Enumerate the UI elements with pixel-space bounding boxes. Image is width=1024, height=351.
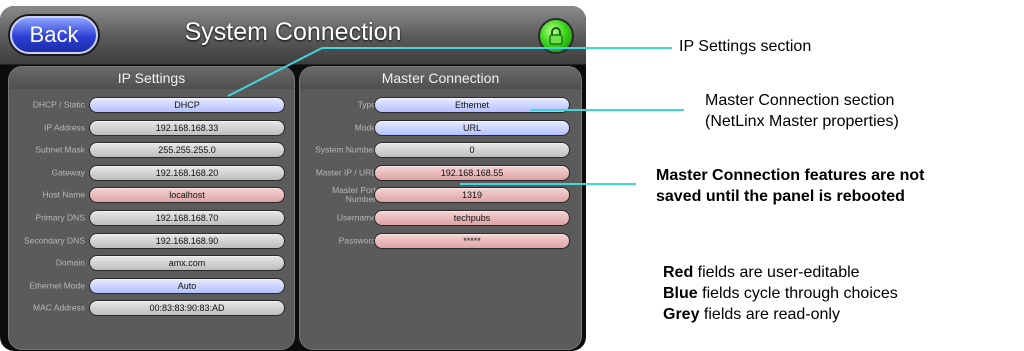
master-field-master-ip-url[interactable]: 192.168.168.55	[374, 164, 570, 181]
ip-field-dhcp-static[interactable]: DHCP	[89, 97, 285, 113]
master-row: Master Port Number 1319	[300, 185, 581, 205]
ip-row-label: Ethernet Mode	[29, 280, 85, 291]
master-field-username[interactable]: techpubs	[374, 210, 570, 226]
legend-grey-text: fields are read-only	[699, 306, 840, 323]
ip-row: Ethernet Mode Auto	[9, 276, 294, 296]
ip-row: Gateway 192.168.168.20	[9, 163, 294, 183]
ip-field-host-name[interactable]: localhost	[89, 187, 285, 204]
legend-grey-word: Grey	[663, 306, 700, 323]
master-field-system-number[interactable]: 0	[374, 142, 570, 159]
master-row-label: Master IP / URL	[315, 167, 376, 178]
ip-field-secondary-dns[interactable]: 192.168.168.90	[89, 232, 285, 249]
ip-row-label: Subnet Mask	[35, 144, 85, 155]
reboot-note-line2: saved until the panel is rebooted	[656, 188, 905, 205]
master-row: Username techpubs	[300, 208, 581, 228]
ip-row-label: Primary DNS	[35, 212, 85, 223]
color-legend: Red fields are user-editable Blue fields…	[663, 262, 898, 325]
legend-red-word: Red	[663, 264, 694, 281]
reboot-note-line1: Master Connection features are not	[656, 167, 925, 184]
legend-blue: Blue fields cycle through choices	[663, 283, 898, 304]
legend-red: Red fields are user-editable	[663, 262, 898, 283]
legend-grey: Grey fields are read-only	[663, 304, 898, 325]
ip-field-domain[interactable]: amx.com	[89, 255, 285, 272]
master-connection-section: Master Connection Type Ethernet Mode URL Sys…	[299, 66, 582, 350]
ip-row: Secondary DNS 192.168.168.90	[9, 231, 294, 251]
master-field-mode[interactable]: URL	[374, 119, 570, 136]
ip-field-ip-address[interactable]: 192.168.168.33	[89, 119, 285, 136]
ip-row-label: Domain	[55, 257, 85, 268]
master-row: Master IP / URL 192.168.168.55	[300, 163, 581, 183]
lock-button[interactable]	[538, 18, 574, 54]
master-row: Type Ethernet	[300, 95, 581, 115]
master-field-password[interactable]: *****	[374, 232, 570, 249]
ip-row-label: Gateway	[51, 167, 85, 178]
master-row-label: Username	[336, 212, 376, 223]
ip-settings-body: DHCP / Static DHCP IP Address 192.168.168.3…	[9, 89, 294, 349]
ip-row-label: DHCP / Static	[32, 99, 85, 110]
ip-row-label: MAC Address	[33, 302, 85, 313]
legend-blue-text: fields cycle through choices	[697, 285, 898, 302]
ip-row: Domain amx.com	[9, 253, 294, 273]
master-row-label: Master Port Number	[332, 185, 376, 205]
ip-row-label: Secondary DNS	[24, 235, 85, 246]
ip-row: Host Name localhost	[9, 185, 294, 205]
master-row: Password *****	[300, 231, 581, 251]
ip-row: MAC Address 00:83:83:90:83:AD	[9, 298, 294, 318]
master-row-label: Mode	[354, 122, 376, 133]
system-connection-panel: System Connection Back IP Settings DHCP …	[0, 6, 586, 351]
ip-row: Subnet Mask 255.255.255.0	[9, 140, 294, 160]
master-row: Mode URL	[300, 118, 581, 138]
master-section-note-line1: Master Connection section	[705, 92, 895, 109]
lock-icon	[549, 27, 563, 45]
master-connection-body: Type Ethernet Mode URL System Number 0 Master …	[300, 89, 581, 349]
ip-settings-heading: IP Settings	[9, 67, 294, 89]
ip-section-note: IP Settings section	[679, 38, 812, 55]
ip-field-primary-dns[interactable]: 192.168.168.70	[89, 210, 285, 226]
master-row-label: Password	[338, 235, 376, 246]
legend-red-text: fields are user-editable	[693, 264, 860, 281]
ip-field-subnet-mask[interactable]: 255.255.255.0	[89, 142, 285, 159]
ip-field-mac-address[interactable]: 00:83:83:90:83:AD	[89, 300, 285, 317]
master-row-label: System Number	[315, 144, 376, 155]
ip-row: IP Address 192.168.168.33	[9, 118, 294, 138]
master-connection-heading: Master Connection	[300, 67, 581, 89]
ip-row: Primary DNS 192.168.168.70	[9, 208, 294, 228]
ip-row: DHCP / Static DHCP	[9, 95, 294, 115]
ip-field-gateway[interactable]: 192.168.168.20	[89, 164, 285, 181]
back-button[interactable]: Back	[10, 16, 98, 54]
master-section-note-line2: (NetLinx Master properties)	[705, 113, 899, 130]
ip-row-label: IP Address	[44, 122, 85, 133]
legend-blue-word: Blue	[663, 285, 698, 302]
master-row-label: Type	[357, 99, 376, 110]
ip-row-label: Host Name	[42, 189, 85, 200]
master-row: System Number 0	[300, 140, 581, 160]
ip-field-ethernet-mode[interactable]: Auto	[89, 277, 285, 294]
ip-settings-section: IP Settings DHCP / Static DHCP IP Address 1…	[8, 66, 295, 350]
master-field-type[interactable]: Ethernet	[374, 97, 570, 113]
master-field-master-port-number[interactable]: 1319	[374, 187, 570, 204]
title-bar: System Connection Back	[0, 6, 586, 65]
